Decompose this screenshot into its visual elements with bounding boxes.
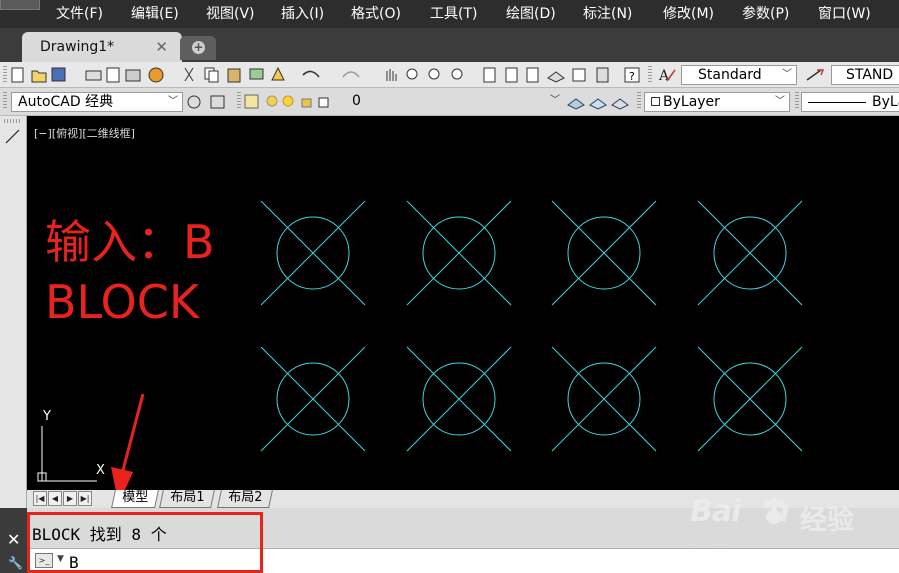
preview-icon [106, 67, 120, 83]
undo-icon [302, 70, 320, 78]
menu-insert[interactable]: 插入(I) [281, 5, 351, 23]
layer-on-icon [266, 95, 278, 107]
dim-style-combo[interactable]: STAND [831, 65, 899, 85]
text-style-combo[interactable]: Standard ﹀ [681, 65, 797, 85]
toolbar-grip[interactable] [3, 66, 7, 84]
zoom-realtime-icon [406, 68, 418, 80]
layer-state-icons [244, 94, 329, 109]
tool-palettes-icon [526, 67, 539, 83]
wrench-icon[interactable]: 🔧 [8, 556, 23, 570]
menu-view[interactable]: 视图(V) [206, 5, 281, 23]
tab-model[interactable]: 模型 [111, 490, 159, 508]
menu-window[interactable]: 窗口(W) [818, 5, 878, 23]
layer-previous-icon [589, 98, 607, 110]
print-icon [85, 70, 102, 81]
standard-toolbar-icons: ? [11, 66, 640, 83]
new-tab-button[interactable]: + [180, 36, 216, 60]
3d-dwf-icon [148, 67, 164, 83]
watermark-url: jingyan.baidu.com [692, 532, 829, 547]
tab-layout1[interactable]: 布局1 [159, 490, 216, 508]
menu-edit[interactable]: 编辑(E) [131, 5, 206, 23]
menu-dimension[interactable]: 标注(N) [583, 5, 663, 23]
menu-modify[interactable]: 修改(M) [663, 5, 742, 23]
menu-items: 文件(F) 编辑(E) 视图(V) 插入(I) 格式(O) 工具(T) 绘图(D… [56, 5, 878, 23]
zoom-window-icon [428, 68, 440, 80]
workspace-settings-icons[interactable] [186, 93, 230, 111]
layer-color-icon [318, 97, 329, 108]
first-layout-button[interactable]: |◀ [33, 491, 47, 506]
toolbar-grip[interactable] [3, 92, 7, 110]
tab-layout2[interactable]: 布局2 [217, 490, 274, 508]
color-swatch [651, 97, 660, 106]
cut-icon [184, 67, 194, 82]
text-style-icon[interactable]: A [657, 66, 677, 84]
application-menu-button[interactable] [0, 0, 40, 10]
sheet-set-icon [547, 71, 565, 83]
gear-icon [187, 95, 201, 109]
redo-icon [342, 71, 360, 78]
ucs-y-label: Y [42, 409, 51, 424]
open-icon [31, 70, 47, 83]
layer-combo[interactable]: 0 ﹀ [346, 92, 564, 112]
markup-icon [572, 68, 586, 82]
previous-layout-button[interactable]: ◀ [48, 491, 62, 506]
make-current-icon [567, 98, 585, 110]
layer-properties-icon [244, 94, 259, 109]
ucs-icon [37, 426, 97, 482]
workspace-save-icon [210, 95, 225, 109]
command-window-sidebar: ✕ 🔧 [0, 508, 27, 573]
menu-parametric[interactable]: 参数(P) [742, 5, 818, 23]
publish-icon [125, 69, 141, 82]
close-icon[interactable]: ✕ [7, 530, 20, 549]
next-layout-button[interactable]: ▶ [63, 491, 77, 506]
draw-toolbar [0, 116, 27, 511]
layers-toolbar: AutoCAD 经典﹀ 0﹀ ByLayer﹀ ByLa [0, 88, 899, 116]
match-properties-icon [249, 68, 264, 80]
menu-bar: 文件(F) 编辑(E) 视图(V) 插入(I) 格式(O) 工具(T) 绘图(D… [0, 0, 899, 28]
paw-icon [763, 497, 785, 524]
workspace-combo[interactable]: AutoCAD 经典 ﹀ [11, 92, 183, 112]
annotation-arrow [111, 393, 145, 490]
linetype-combo[interactable]: ByLa [801, 92, 899, 112]
svg-text:?: ? [629, 70, 635, 83]
layer-freeze-icon [282, 95, 294, 107]
zoom-previous-icon [451, 68, 463, 80]
design-center-icon [505, 67, 518, 83]
dim-style-icon[interactable] [805, 66, 827, 84]
new-icon [11, 67, 24, 83]
ucs-x-label: X [96, 463, 105, 478]
linetype-preview [808, 101, 866, 103]
save-icon [51, 67, 66, 82]
drawing-canvas[interactable]: [−][俯视][二维线框] 输入：B BLOCK Y X [27, 116, 899, 490]
close-icon[interactable]: ✕ [155, 38, 168, 56]
pan-icon [386, 69, 397, 81]
calculator-icon [596, 67, 609, 83]
properties-icon [483, 67, 496, 83]
menu-tools[interactable]: 工具(T) [430, 5, 506, 23]
overlay-graphics: Y X [37, 393, 145, 490]
layer-tools-icons[interactable] [566, 93, 632, 111]
file-tab-bar: Drawing1* ✕ + [0, 28, 899, 62]
layer-match-icon [611, 98, 629, 110]
plus-icon: + [192, 40, 205, 54]
standard-toolbar: ? A Standard ﹀ STAND [0, 62, 899, 88]
command-highlight-box [27, 512, 263, 573]
svg-text:A: A [658, 68, 670, 84]
tab-drawing1-label: Drawing1* [40, 39, 115, 55]
menu-file[interactable]: 文件(F) [56, 5, 131, 23]
layer-lock-icon [301, 98, 312, 108]
tab-drawing1[interactable]: Drawing1* ✕ [22, 32, 182, 62]
line-icon [5, 129, 20, 144]
last-layout-button[interactable]: ▶| [78, 491, 92, 506]
menu-draw[interactable]: 绘图(D) [506, 5, 583, 23]
paste-icon [227, 68, 241, 83]
draw-tool-icons[interactable] [4, 128, 21, 145]
color-combo[interactable]: ByLayer ﹀ [644, 92, 790, 112]
menu-format[interactable]: 格式(O) [351, 5, 430, 23]
block-editor-icon [271, 66, 285, 81]
